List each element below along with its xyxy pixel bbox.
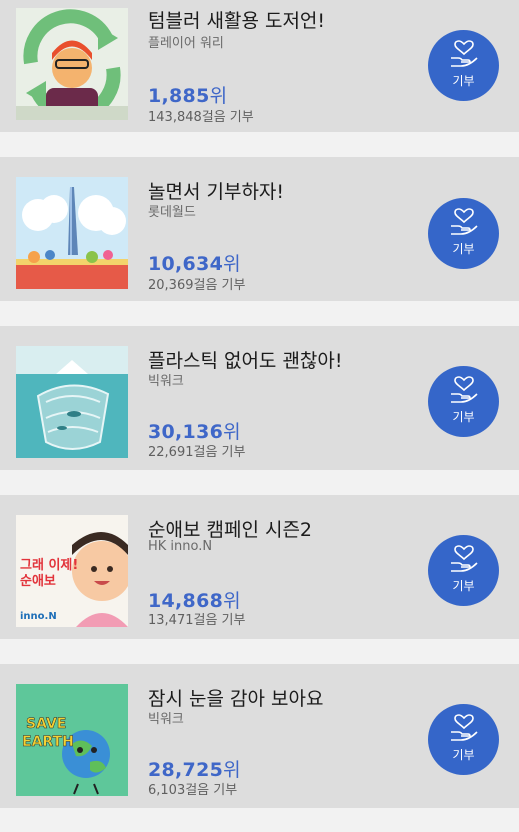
donate-button[interactable]: 기부	[428, 535, 499, 606]
campaign-organizer: 빅워크	[148, 712, 184, 727]
campaign-steps: 22,691걸음 기부	[148, 445, 246, 460]
donate-button[interactable]: 기부	[428, 30, 499, 101]
heart-hand-icon	[451, 545, 478, 572]
donate-button-label: 기부	[452, 74, 475, 88]
campaign-list: 텀블러 새활용 도저언! 플레이어 워리 1,885위 143,848걸음 기부…	[0, 0, 519, 832]
donate-button[interactable]: 기부	[428, 198, 499, 269]
campaign-title: 놀면서 기부하자!	[148, 181, 285, 203]
campaign-card[interactable]: 그래 이제! 순애보 inno.N 순애보 캠페인 시즌2 HK inno.N …	[0, 495, 519, 639]
campaign-organizer: 플레이어 워리	[148, 36, 224, 51]
thumb-earth-text: EARTH	[22, 734, 74, 750]
rank-suffix: 위	[223, 421, 241, 443]
thumb-slogan-2: 순애보	[20, 573, 56, 589]
rank-suffix: 위	[223, 759, 241, 781]
campaign-title: 순애보 캠페인 시즌2	[148, 519, 313, 541]
heart-hand-icon	[451, 376, 478, 403]
campaign-card[interactable]: SAVE EARTH 잠시 눈을 감아 보아요 빅워크 28,725위 6,10…	[0, 664, 519, 808]
campaign-thumbnail-save-earth: SAVE EARTH	[16, 684, 128, 796]
campaign-steps: 143,848걸음 기부	[148, 110, 254, 125]
campaign-rank: 10,634위	[148, 249, 241, 276]
rank-number: 1,885	[148, 85, 210, 107]
rank-number: 30,136	[148, 421, 224, 443]
heart-hand-icon	[451, 40, 478, 67]
campaign-steps: 6,103걸음 기부	[148, 783, 238, 798]
campaign-card[interactable]: 텀블러 새활용 도저언! 플레이어 워리 1,885위 143,848걸음 기부…	[0, 0, 519, 132]
heart-hand-icon	[451, 208, 478, 235]
campaign-thumbnail-sunaebo: 그래 이제! 순애보 inno.N	[16, 515, 128, 627]
rank-suffix: 위	[223, 253, 241, 275]
campaign-rank: 30,136위	[148, 417, 241, 444]
campaign-thumbnail-lotteworld	[16, 177, 128, 289]
donate-button-label: 기부	[452, 579, 475, 593]
rank-number: 28,725	[148, 759, 224, 781]
campaign-organizer: HK inno.N	[148, 539, 213, 554]
thumb-save-text: SAVE	[26, 716, 66, 732]
campaign-title: 플라스틱 없어도 괜찮아!	[148, 350, 343, 372]
thumb-slogan-1: 그래 이제!	[20, 557, 78, 573]
donate-button-label: 기부	[452, 410, 475, 424]
campaign-card[interactable]: 놀면서 기부하자! 롯데월드 10,634위 20,369걸음 기부 기부	[0, 157, 519, 301]
rank-suffix: 위	[209, 85, 228, 107]
campaign-steps: 20,369걸음 기부	[148, 278, 246, 293]
campaign-rank: 1,885위	[148, 81, 227, 108]
donate-button-label: 기부	[452, 242, 475, 256]
campaign-card[interactable]: 플라스틱 없어도 괜찮아! 빅워크 30,136위 22,691걸음 기부 기부	[0, 326, 519, 470]
campaign-thumbnail-tumbler	[16, 8, 128, 120]
thumb-brand: inno.N	[20, 611, 57, 622]
donate-button[interactable]: 기부	[428, 704, 499, 775]
campaign-title: 텀블러 새활용 도저언!	[148, 10, 326, 32]
rank-number: 10,634	[148, 253, 224, 275]
campaign-organizer: 롯데월드	[148, 205, 196, 220]
campaign-steps: 13,471걸음 기부	[148, 613, 246, 628]
donate-button-label: 기부	[452, 748, 475, 762]
donate-button[interactable]: 기부	[428, 366, 499, 437]
campaign-rank: 28,725위	[148, 755, 241, 782]
heart-hand-icon	[451, 714, 478, 741]
campaign-title: 잠시 눈을 감아 보아요	[148, 688, 324, 710]
campaign-thumbnail-plastic	[16, 346, 128, 458]
campaign-organizer: 빅워크	[148, 374, 184, 389]
